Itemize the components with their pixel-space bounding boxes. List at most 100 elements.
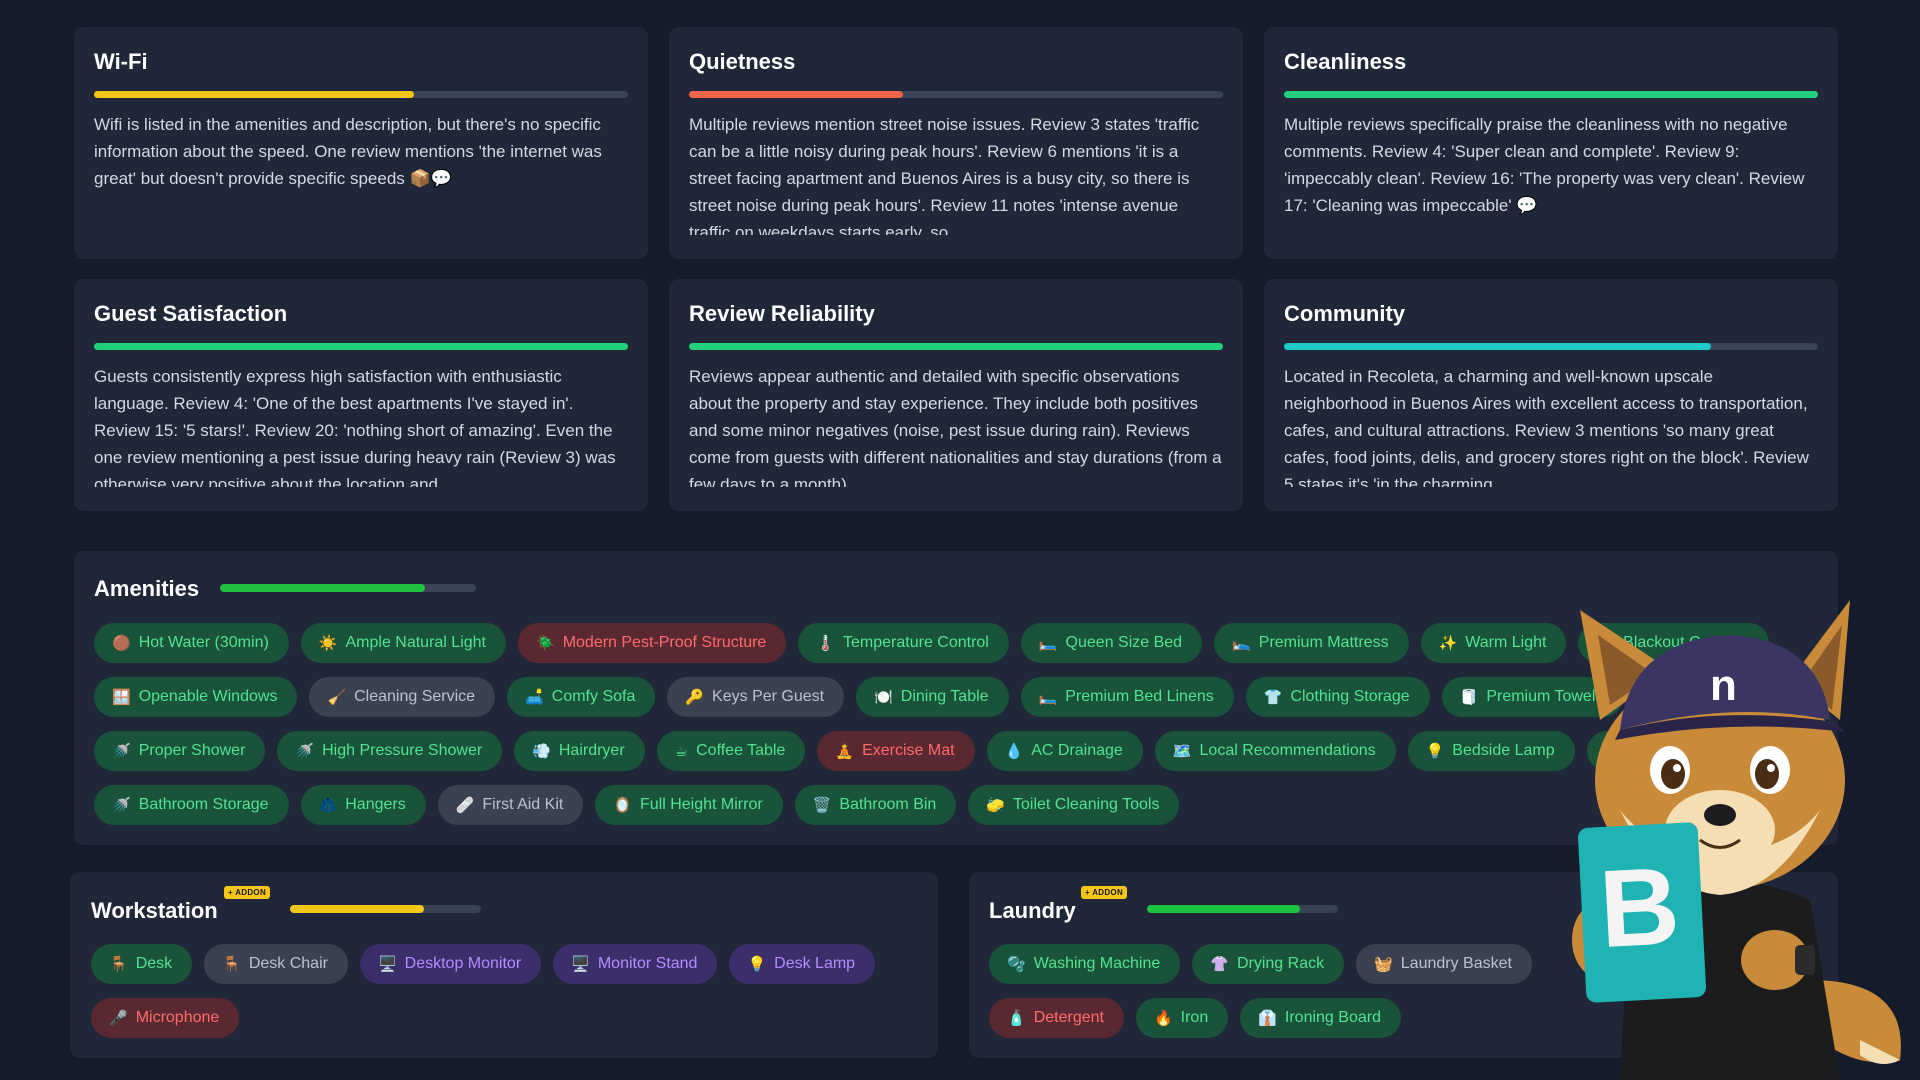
amenities-chip-bathroom-storage[interactable]: 🚿 Bathroom Storage xyxy=(94,785,289,825)
laundry-chip-washing-machine[interactable]: 🫧 Washing Machine xyxy=(989,944,1181,984)
workstation-title: Workstation xyxy=(91,898,218,923)
amenity-icon: 👔 xyxy=(1258,1009,1277,1027)
addon-badge: + ADDON xyxy=(1081,886,1128,899)
amenity-icon: 🎤 xyxy=(109,1009,128,1027)
chip-label: Dining Table xyxy=(900,688,989,705)
amenities-chip-dining-table[interactable]: 🍽️ Dining Table xyxy=(856,677,1009,717)
metric-description: Wifi is listed in the amenities and desc… xyxy=(94,115,602,188)
amenities-chip-warm-light[interactable]: ✨ Warm Light xyxy=(1420,623,1567,663)
amenities-chip-hot-water-30min[interactable]: 🟤 Hot Water (30min) xyxy=(94,623,289,663)
workstation-chip-monitor-stand[interactable]: 🖥️ Monitor Stand xyxy=(553,944,718,984)
amenities-title: Amenities xyxy=(94,576,200,601)
amenity-icon: ☀️ xyxy=(318,634,338,652)
amenity-icon: 🖥️ xyxy=(571,955,590,973)
chip-label: Bathroom Storage xyxy=(138,796,269,813)
amenities-chip-keys-per-guest[interactable]: 🔑 Keys Per Guest xyxy=(667,677,845,717)
amenity-icon: 🧻 xyxy=(1459,688,1479,706)
metric-progress-track xyxy=(1284,91,1818,98)
amenity-icon: 💨 xyxy=(532,742,551,760)
chip-label: Bedside Lamp xyxy=(1452,742,1555,759)
laundry-chip-detergent[interactable]: 🧴 Detergent xyxy=(989,998,1124,1038)
chip-label: Hangers xyxy=(345,796,406,813)
metric-progress-fill xyxy=(689,343,1223,350)
amenities-chip-toilet-cleaning-tools[interactable]: 🧽 Toilet Cleaning Tools xyxy=(968,785,1180,825)
amenities-chip-premium-mattress[interactable]: 🛌 Premium Mattress xyxy=(1214,623,1409,663)
metric-title: Review Reliability xyxy=(689,301,875,326)
workstation-chip-desktop-monitor[interactable]: 🖥️ Desktop Monitor xyxy=(359,944,542,984)
chip-label: Washing Machine xyxy=(1033,955,1161,972)
amenities-chip-proper-shower[interactable]: 🚿 Proper Shower xyxy=(94,731,266,771)
metric-title: Cleanliness xyxy=(1284,49,1407,74)
metric-progress-fill xyxy=(1284,343,1712,350)
amenity-icon: 🧺 xyxy=(1374,955,1393,973)
amenities-chip-ample-natural-light[interactable]: ☀️ Ample Natural Light xyxy=(300,623,506,663)
workstation-chip-desk[interactable]: 🪑 Desk xyxy=(91,944,193,984)
amenity-icon: 🪑 xyxy=(222,955,241,973)
metric-card-cleanliness: Cleanliness Multiple reviews specificall… xyxy=(1264,27,1838,259)
amenities-chip-coffee-table[interactable]: ☕ Coffee Table xyxy=(656,731,806,771)
amenities-chip-high-pressure-shower[interactable]: 🚿 High Pressure Shower xyxy=(277,731,503,771)
metric-description: Guests consistently express high satisfa… xyxy=(94,367,616,487)
amenity-icon: 🧽 xyxy=(986,796,1005,814)
amenity-icon: ✨ xyxy=(1438,634,1458,652)
amenity-icon: 🪲 xyxy=(536,634,555,652)
laundry-chip-list: 🫧 Washing Machine 👚 Drying Rack 🧺 Laundry Bas… xyxy=(989,944,1589,1038)
laundry-chip-laundry-basket[interactable]: 🧺 Laundry Basket xyxy=(1356,944,1532,984)
chip-label: AC Drainage xyxy=(1031,742,1123,759)
amenities-chip-hairdryer[interactable]: 💨 Hairdryer xyxy=(514,731,645,771)
amenities-chip-hangers[interactable]: 🧥 Hangers xyxy=(300,785,426,825)
metric-progress-track xyxy=(94,343,628,350)
amenities-chip-queen-size-bed[interactable]: 🛏️ Queen Size Bed xyxy=(1020,623,1203,663)
metric-title: Guest Satisfaction xyxy=(94,301,288,326)
amenities-chip-exercise-mat[interactable]: 🧘 Exercise Mat xyxy=(817,731,975,771)
metric-card-wifi: Wi-Fi Wifi is listed in the amenities an… xyxy=(74,27,648,259)
chip-label: Desktop Monitor xyxy=(404,955,522,972)
metric-progress-fill xyxy=(689,91,903,98)
chip-label: Full Height Mirror xyxy=(640,796,763,813)
amenities-chip-clothing-storage[interactable]: 👕 Clothing Storage xyxy=(1245,677,1430,717)
board-letter: B xyxy=(1597,844,1683,971)
amenity-icon: 🔑 xyxy=(685,688,705,706)
chip-label: Monitor Stand xyxy=(597,955,698,972)
chip-label: Clothing Storage xyxy=(1290,688,1410,705)
amenities-chip-bathroom-bin[interactable]: 🗑️ Bathroom Bin xyxy=(794,785,957,825)
workstation-chip-list: 🪑 Desk 🪑 Desk Chair 🖥️ Desktop Monitor 🖥️ Monit… xyxy=(91,944,911,1038)
amenities-chip-bedside-lamp[interactable]: 💡 Bedside Lamp xyxy=(1407,731,1575,771)
chip-label: Microphone xyxy=(135,1009,220,1026)
chip-label: Coffee Table xyxy=(696,742,786,759)
chip-label: Laundry Basket xyxy=(1400,955,1512,972)
amenity-icon: 💧 xyxy=(1004,742,1024,760)
workstation-chip-microphone[interactable]: 🎤 Microphone xyxy=(91,998,240,1038)
metric-card-quietness: Quietness Multiple reviews mention stree… xyxy=(669,27,1243,259)
metric-description: Reviews appear authentic and detailed wi… xyxy=(689,367,1222,487)
chip-label: Toilet Cleaning Tools xyxy=(1013,796,1160,813)
amenity-icon: 🧹 xyxy=(327,688,347,706)
amenities-chip-first-aid-kit[interactable]: 🩹 First Aid Kit xyxy=(437,785,584,825)
amenities-chip-openable-windows[interactable]: 🪟 Openable Windows xyxy=(94,677,298,717)
amenities-chip-cleaning-service[interactable]: 🧹 Cleaning Service xyxy=(309,677,496,717)
chip-label: Temperature Control xyxy=(843,634,989,651)
amenities-chip-modern-pest-proof-structure[interactable]: 🪲 Modern Pest-Proof Structure xyxy=(518,623,787,663)
laundry-chip-drying-rack[interactable]: 👚 Drying Rack xyxy=(1192,944,1345,984)
amenities-chip-temperature-control[interactable]: 🌡️ Temperature Control xyxy=(798,623,1009,663)
laundry-chip-iron[interactable]: 🔥 Iron xyxy=(1135,998,1229,1038)
amenities-chip-ac-drainage[interactable]: 💧 AC Drainage xyxy=(986,731,1143,771)
chip-label: Proper Shower xyxy=(138,742,246,759)
amenity-icon: 🚿 xyxy=(295,742,315,760)
amenities-chip-comfy-sofa[interactable]: 🛋️ Comfy Sofa xyxy=(507,677,656,717)
amenities-chip-local-recommendations[interactable]: 🗺️ Local Recommendations xyxy=(1154,731,1396,771)
amenity-icon: 🟤 xyxy=(112,634,131,652)
laundry-progress-fill xyxy=(1147,905,1300,913)
workstation-chip-desk-lamp[interactable]: 💡 Desk Lamp xyxy=(729,944,876,984)
chip-label: Openable Windows xyxy=(138,688,278,705)
chip-label: Hairdryer xyxy=(558,742,625,759)
amenity-icon: 🚿 xyxy=(112,742,131,760)
laundry-chip-ironing-board[interactable]: 👔 Ironing Board xyxy=(1240,998,1401,1038)
workstation-chip-desk-chair[interactable]: 🪑 Desk Chair xyxy=(204,944,348,984)
amenities-chip-premium-bed-linens[interactable]: 🛏️ Premium Bed Linens xyxy=(1020,677,1234,717)
amenities-progress-fill xyxy=(220,584,425,592)
metric-card-guest-satisfaction: Guest Satisfaction Guests consistently e… xyxy=(74,279,648,511)
workstation-progress-fill xyxy=(290,905,424,913)
amenities-chip-full-height-mirror[interactable]: 🪞 Full Height Mirror xyxy=(595,785,783,825)
chip-label: Keys Per Guest xyxy=(712,688,825,705)
